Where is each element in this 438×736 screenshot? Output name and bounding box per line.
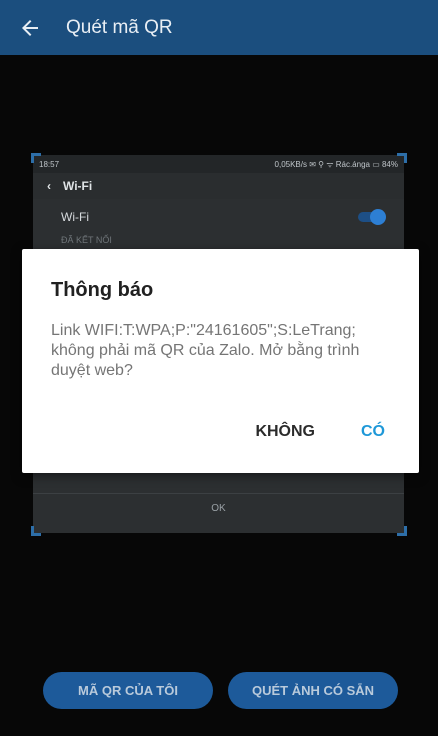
preview-ok-button: OK [33,493,404,523]
dialog-no-button[interactable]: KHÔNG [255,423,315,441]
my-qr-button[interactable]: MÃ QR CỦA TÔI [43,672,213,709]
preview-back-icon: ‹ [47,179,51,193]
preview-wifi-title: Wi-Fi [63,179,93,193]
scan-image-button[interactable]: QUÉT ẢNH CÓ SẴN [228,672,398,709]
scan-frame-corner-top-right [397,153,407,163]
preview-status-icons: 0,05KB/s ✉ ⚲ ᯤ Rác.ánga ▭ 84% [274,159,398,169]
preview-connected-label: ĐÃ KẾT NỐI [61,235,112,245]
dialog-actions: KHÔNG CÓ [255,423,385,441]
dialog-message: Link WIFI:T:WPA;P:"24161605";S:LeTrang; … [51,322,360,379]
scan-frame-corner-bottom-right [397,526,407,536]
dialog-yes-button[interactable]: CÓ [361,423,385,441]
scan-frame-corner-top-left [31,153,41,163]
preview-wifi-row: Wi-Fi [33,199,404,235]
back-button[interactable] [0,0,60,55]
dialog-title: Thông báo [51,279,154,301]
preview-wifi-toggle [358,209,386,225]
preview-status-bar: 18:57 0,05KB/s ✉ ⚲ ᯤ Rác.ánga ▭ 84% [33,155,404,173]
page-title: Quét mã QR [66,16,173,38]
arrow-left-icon [22,19,38,36]
preview-status-time: 18:57 [39,159,60,169]
preview-wifi-header: ‹ Wi-Fi [33,173,404,199]
preview-wifi-label: Wi-Fi [61,210,89,224]
notification-dialog: Thông báo Link WIFI:T:WPA;P:"24161605";S… [22,249,419,473]
scan-frame-corner-bottom-left [31,526,41,536]
top-bar: Quét mã QR [0,0,438,55]
